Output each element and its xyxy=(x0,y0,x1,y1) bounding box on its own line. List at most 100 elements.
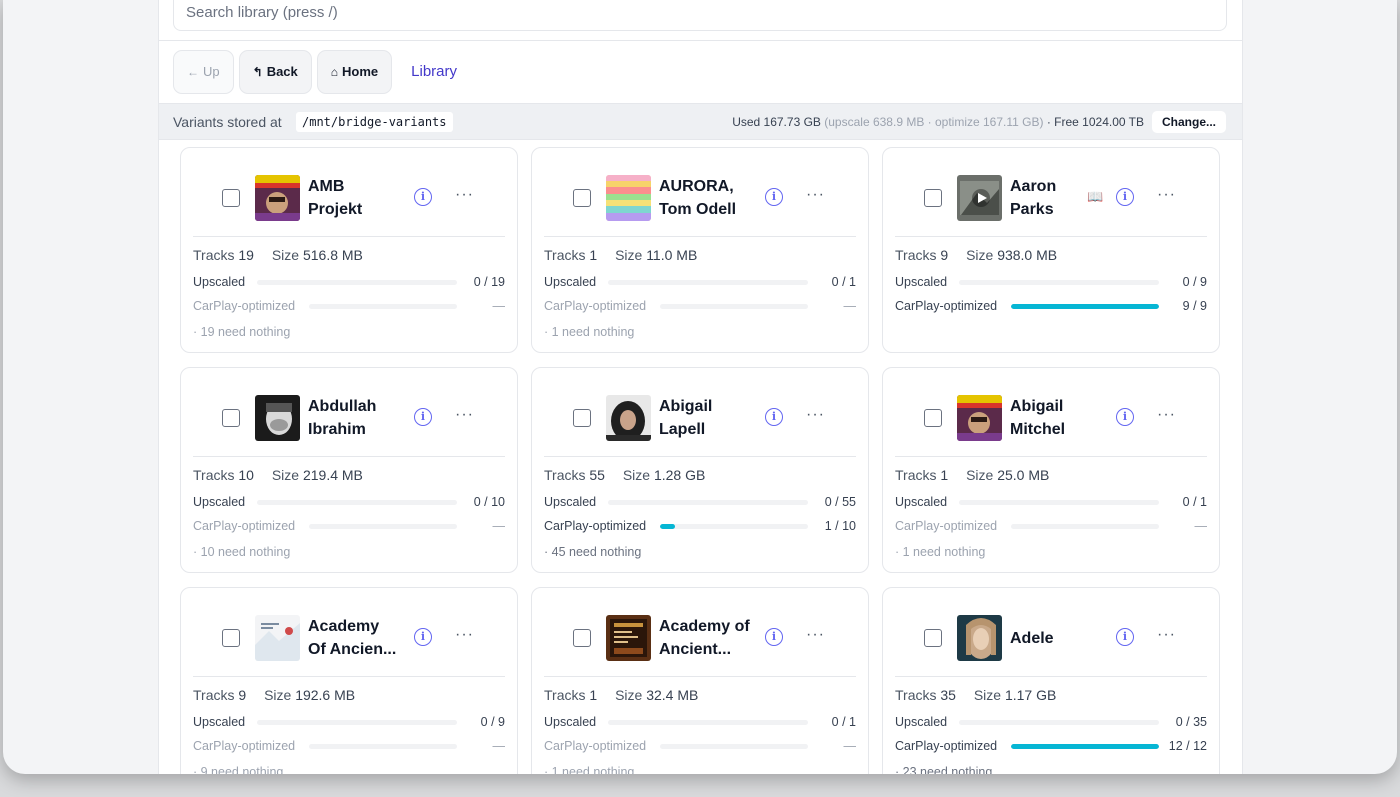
artist-name[interactable]: Academy Of Ancien... xyxy=(308,615,406,661)
info-icon[interactable]: i xyxy=(765,628,783,646)
artist-card[interactable]: AMB Projekt i ··· Tracks 19 Size 516.8 MB… xyxy=(180,147,518,353)
upscaled-label: Upscaled xyxy=(895,495,948,509)
more-options-icon[interactable]: ··· xyxy=(806,626,825,644)
info-icon[interactable]: i xyxy=(765,188,783,206)
artist-name-line: Mitchel xyxy=(1010,421,1066,438)
carplay-label: CarPlay-optimized xyxy=(193,299,296,313)
album-art xyxy=(255,175,300,221)
home-button[interactable]: ⌂ Home xyxy=(316,49,393,94)
back-button[interactable]: ↰ Back xyxy=(238,49,312,94)
artist-card[interactable]: Abigail Lapell i ··· Tracks 55 Size 1.28 … xyxy=(531,367,869,573)
carplay-row: CarPlay-optimized — xyxy=(193,739,505,753)
select-checkbox[interactable] xyxy=(573,409,591,427)
tracks-value: 55 xyxy=(589,467,605,483)
tracks-label: Tracks xyxy=(193,687,235,703)
more-options-icon[interactable]: ··· xyxy=(1157,626,1176,644)
carplay-row: CarPlay-optimized — xyxy=(895,519,1207,533)
more-options-icon[interactable]: ··· xyxy=(455,626,474,644)
album-art xyxy=(957,175,1002,221)
upscaled-progress-bar xyxy=(959,500,1159,505)
select-checkbox[interactable] xyxy=(573,629,591,647)
card-stats: Tracks 35 Size 1.17 GB xyxy=(895,687,1056,703)
artist-name[interactable]: Abigail Mitchel xyxy=(1010,395,1108,441)
artist-name[interactable]: AURORA, Tom Odell xyxy=(659,175,757,221)
artist-name[interactable]: Adele xyxy=(1010,627,1108,650)
size-label: Size xyxy=(271,467,300,483)
change-storage-button[interactable]: Change... xyxy=(1151,111,1226,133)
artist-name[interactable]: Abigail Lapell xyxy=(659,395,757,441)
info-icon[interactable]: i xyxy=(414,628,432,646)
breadcrumb-library[interactable]: Library xyxy=(411,63,457,80)
tracks-label: Tracks xyxy=(895,467,937,483)
info-icon[interactable]: i xyxy=(1116,628,1134,646)
select-checkbox[interactable] xyxy=(924,409,942,427)
up-button[interactable]: ← Up xyxy=(173,49,234,94)
card-stats: Tracks 55 Size 1.28 GB xyxy=(544,467,705,483)
select-checkbox[interactable] xyxy=(924,189,942,207)
info-icon[interactable]: i xyxy=(1116,188,1134,206)
tracks-label: Tracks xyxy=(895,687,937,703)
artist-card[interactable]: Adele i ··· Tracks 35 Size 1.17 GB Upsca… xyxy=(882,587,1220,774)
artist-card[interactable]: AURORA, Tom Odell i ··· Tracks 1 Size 11.… xyxy=(531,147,869,353)
artist-card[interactable]: Abdullah Ibrahim i ··· Tracks 10 Size 219… xyxy=(180,367,518,573)
card-stats: Tracks 1 Size 32.4 MB xyxy=(544,687,698,703)
artist-name-line: Abigail xyxy=(1010,398,1064,415)
info-icon[interactable]: i xyxy=(765,408,783,426)
upscaled-value: 0 / 1 xyxy=(831,275,856,289)
album-art xyxy=(957,615,1002,661)
more-options-icon[interactable]: ··· xyxy=(1157,186,1176,204)
size-value: 25.0 MB xyxy=(997,467,1050,483)
more-options-icon[interactable]: ··· xyxy=(455,186,474,204)
status-note: · 10 need nothing xyxy=(193,545,291,559)
more-options-icon[interactable]: ··· xyxy=(806,186,825,204)
artist-name[interactable]: Abdullah Ibrahim xyxy=(308,395,406,441)
carplay-label: CarPlay-optimized xyxy=(895,299,998,313)
carplay-value: — xyxy=(492,519,506,533)
card-divider xyxy=(193,676,505,677)
card-stats: Tracks 19 Size 516.8 MB xyxy=(193,247,363,263)
carplay-row: CarPlay-optimized 1 / 10 xyxy=(544,519,856,533)
select-checkbox[interactable] xyxy=(573,189,591,207)
tracks-label: Tracks xyxy=(544,247,586,263)
carplay-row: CarPlay-optimized — xyxy=(544,739,856,753)
info-icon[interactable]: i xyxy=(1116,408,1134,426)
carplay-progress-fill xyxy=(1011,744,1159,749)
carplay-value: 12 / 12 xyxy=(1168,739,1207,753)
upscaled-row: Upscaled 0 / 10 xyxy=(193,495,505,509)
card-divider xyxy=(895,456,1207,457)
artist-card[interactable]: Aaron Parks 📖 i ··· Tracks 9 Size 938.0 M… xyxy=(882,147,1220,353)
upscaled-label: Upscaled xyxy=(193,715,246,729)
more-options-icon[interactable]: ··· xyxy=(806,406,825,424)
search-box[interactable] xyxy=(173,0,1227,31)
app-window: ← Up ↰ Back ⌂ Home Library Variants stor… xyxy=(3,0,1397,774)
select-checkbox[interactable] xyxy=(222,629,240,647)
artist-card[interactable]: Academy of Ancient... i ··· Tracks 1 Size… xyxy=(531,587,869,774)
info-icon[interactable]: i xyxy=(414,408,432,426)
more-options-icon[interactable]: ··· xyxy=(455,406,474,424)
artist-name[interactable]: Academy of Ancient... xyxy=(659,615,757,661)
artist-name-line: Tom Odell xyxy=(659,201,737,218)
artist-name-line: Adele xyxy=(1010,630,1054,647)
select-checkbox[interactable] xyxy=(924,629,942,647)
info-icon[interactable]: i xyxy=(414,188,432,206)
select-checkbox[interactable] xyxy=(222,409,240,427)
storage-path: /mnt/bridge-variants xyxy=(296,112,453,132)
carplay-value: — xyxy=(843,739,857,753)
storage-label: Variants stored at xyxy=(173,114,282,130)
upscaled-progress-bar xyxy=(257,720,457,725)
artist-name[interactable]: AMB Projekt xyxy=(308,175,406,221)
artist-name-line: Abdullah xyxy=(308,398,377,415)
carplay-progress-bar xyxy=(1011,524,1159,529)
carplay-label: CarPlay-optimized xyxy=(895,519,998,533)
select-checkbox[interactable] xyxy=(222,189,240,207)
more-options-icon[interactable]: ··· xyxy=(1157,406,1176,424)
tracks-value: 9 xyxy=(238,687,247,703)
card-divider xyxy=(544,676,856,677)
carplay-progress-bar xyxy=(1011,304,1159,309)
search-input[interactable] xyxy=(186,1,886,23)
artist-card[interactable]: Academy Of Ancien... i ··· Tracks 9 Size … xyxy=(180,587,518,774)
upscaled-value: 0 / 1 xyxy=(1182,495,1207,509)
card-stats: Tracks 9 Size 938.0 MB xyxy=(895,247,1057,263)
artist-card[interactable]: Abigail Mitchel i ··· Tracks 1 Size 25.0 … xyxy=(882,367,1220,573)
status-note: · 23 need nothing xyxy=(895,765,993,774)
